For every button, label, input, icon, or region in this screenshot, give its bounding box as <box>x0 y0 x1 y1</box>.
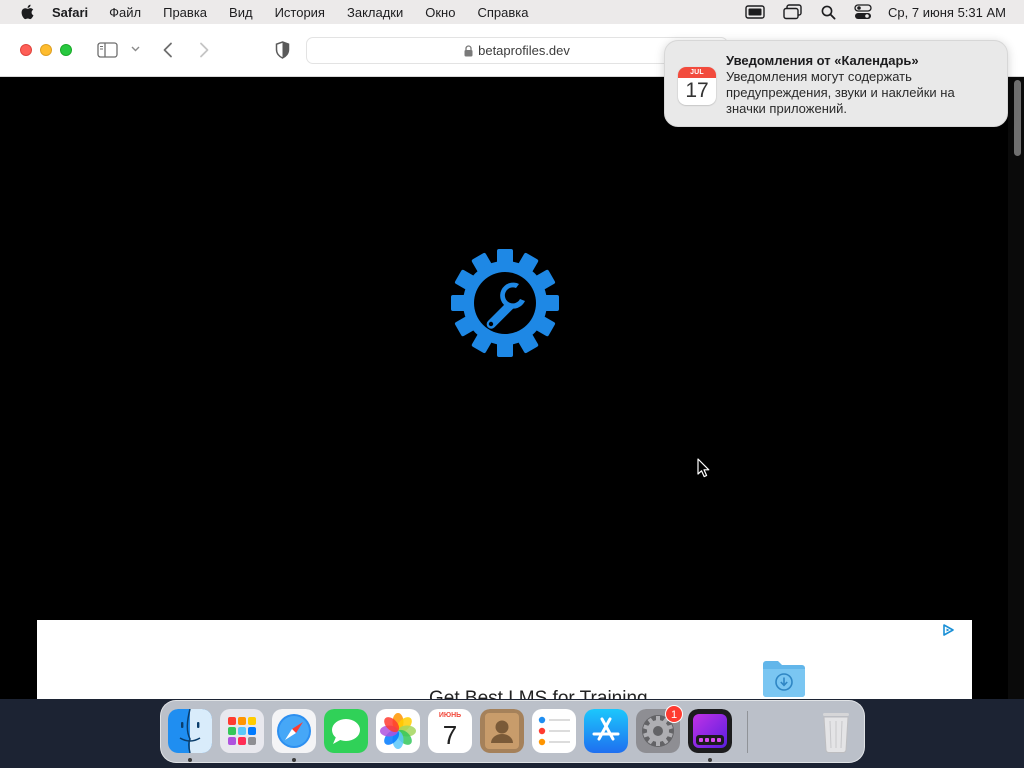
window-close-button[interactable] <box>20 44 32 56</box>
menu-bar: Safari Файл Правка Вид История Закладки … <box>0 0 1024 24</box>
dock-separator <box>747 711 748 753</box>
menu-bar-clock[interactable]: Ср, 7 июня 5:31 AM <box>888 5 1006 20</box>
privacy-shield-icon[interactable] <box>275 41 290 59</box>
sidebar-toggle-icon[interactable] <box>97 42 118 58</box>
finder-running-indicator <box>188 758 192 762</box>
lock-icon <box>464 44 473 57</box>
simulator-running-indicator <box>708 758 712 762</box>
app-store-icon[interactable] <box>584 709 628 753</box>
chevron-down-icon[interactable] <box>131 46 140 52</box>
contacts-icon[interactable] <box>480 709 524 753</box>
ad-headline[interactable]: Get Best LMS for Training <box>429 688 648 699</box>
back-icon[interactable] <box>162 42 174 58</box>
screen-mirroring-icon[interactable] <box>783 4 803 20</box>
menu-bookmarks[interactable]: Закладки <box>347 5 403 20</box>
safari-icon[interactable] <box>272 709 316 753</box>
address-bar-url: betaprofiles.dev <box>478 43 570 58</box>
calendar-icon[interactable]: ИЮНЬ 7 <box>428 709 472 753</box>
dock-calendar-month: ИЮНЬ <box>438 712 462 719</box>
notification-title: Уведомления от «Календарь» <box>726 53 919 68</box>
window-minimize-button[interactable] <box>40 44 52 56</box>
trash-icon[interactable] <box>814 709 858 753</box>
menu-help[interactable]: Справка <box>477 5 528 20</box>
safari-running-indicator <box>292 758 296 762</box>
download-folder-icon <box>761 658 807 699</box>
menu-app-name[interactable]: Safari <box>52 5 88 20</box>
calendar-notification[interactable]: JUL 17 Уведомления от «Календарь» Уведом… <box>664 40 1008 127</box>
photos-icon[interactable] <box>376 709 420 753</box>
ad-choices-icon[interactable] <box>942 623 954 641</box>
menu-edit[interactable]: Правка <box>163 5 207 20</box>
control-center-icon[interactable] <box>854 4 872 20</box>
menu-file[interactable]: Файл <box>109 5 141 20</box>
simulator-icon[interactable] <box>688 709 732 753</box>
notification-body: Уведомления могут содержать предупрежден… <box>726 69 955 116</box>
window-zoom-button[interactable] <box>60 44 72 56</box>
menu-window[interactable]: Окно <box>425 5 455 20</box>
apple-menu-icon[interactable] <box>18 3 36 21</box>
calendar-icon-day: 17 <box>685 79 709 102</box>
launchpad-icon[interactable] <box>220 709 264 753</box>
forward-icon[interactable] <box>198 42 210 58</box>
spotlight-search-icon[interactable] <box>821 5 836 20</box>
mouse-cursor-icon <box>697 458 710 478</box>
finder-icon[interactable] <box>168 709 212 753</box>
dock-calendar-day: 7 <box>442 720 458 750</box>
messages-icon[interactable] <box>324 709 368 753</box>
calendar-app-icon: JUL 17 <box>678 67 716 105</box>
display-icon[interactable] <box>745 5 765 19</box>
calendar-icon-month: JUL <box>678 67 716 78</box>
page-scrollbar[interactable] <box>1008 77 1024 699</box>
menu-view[interactable]: Вид <box>229 5 253 20</box>
system-settings-badge: 1 <box>665 705 683 723</box>
reminders-icon[interactable] <box>532 709 576 753</box>
ad-banner[interactable]: Get Best LMS for Training <box>37 620 972 699</box>
dock: ИЮНЬ 7 1 <box>160 700 865 763</box>
web-content: Get Best LMS for Training <box>0 77 1024 699</box>
page-scrollbar-thumb[interactable] <box>1014 80 1021 156</box>
menu-history[interactable]: История <box>275 5 325 20</box>
settings-wrench-gear-icon <box>451 249 559 357</box>
